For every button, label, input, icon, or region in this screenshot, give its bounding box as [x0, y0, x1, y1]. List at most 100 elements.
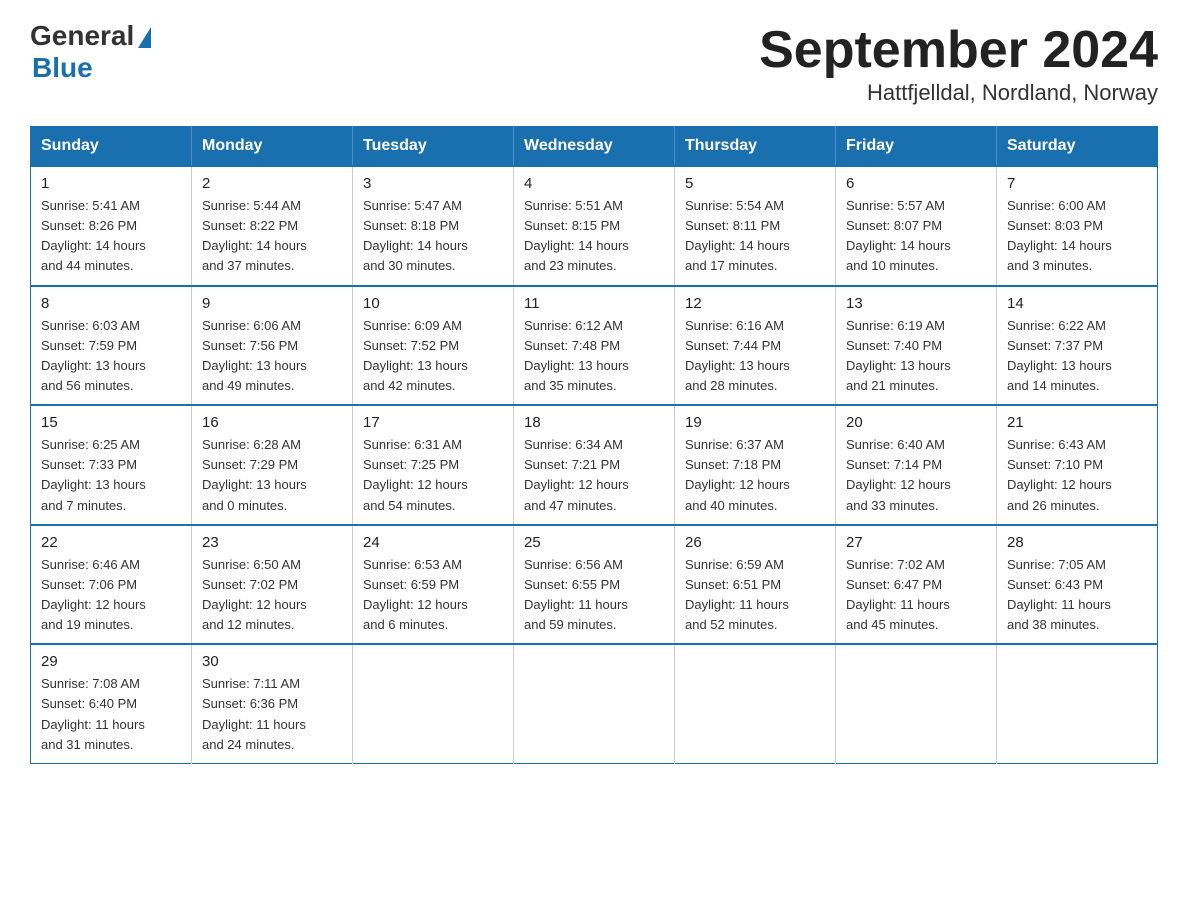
calendar-week-row: 15Sunrise: 6:25 AMSunset: 7:33 PMDayligh… — [31, 405, 1158, 525]
day-number: 7 — [1007, 175, 1147, 192]
calendar-day-cell: 29Sunrise: 7:08 AMSunset: 6:40 PMDayligh… — [31, 644, 192, 763]
day-number: 22 — [41, 534, 181, 551]
calendar-day-cell: 16 Sunrise: 6:28 AMSunset: 7:29 PMDayligh… — [192, 405, 353, 525]
calendar-day-cell — [514, 644, 675, 763]
day-number: 3 — [363, 175, 503, 192]
day-number: 25 — [524, 534, 664, 551]
day-number: 11 — [524, 295, 664, 312]
day-number: 12 — [685, 295, 825, 312]
calendar-day-cell: 12 Sunrise: 6:16 AMSunset: 7:44 PMDayligh… — [675, 286, 836, 406]
page-title: September 2024 — [759, 20, 1158, 80]
day-of-week-header: Friday — [836, 127, 997, 167]
calendar-day-cell: 7 Sunrise: 6:00 AMSunset: 8:03 PMDaylight… — [997, 166, 1158, 286]
calendar-day-cell: 9Sunrise: 6:06 AMSunset: 7:56 PMDaylight… — [192, 286, 353, 406]
calendar-day-cell: 30 Sunrise: 7:11 AMSunset: 6:36 PMDayligh… — [192, 644, 353, 763]
day-info: Sunrise: 6:25 AMSunset: 7:33 PMDaylight:… — [41, 435, 181, 516]
calendar-day-cell: 20 Sunrise: 6:40 AMSunset: 7:14 PMDayligh… — [836, 405, 997, 525]
day-info: Sunrise: 6:09 AMSunset: 7:52 PMDaylight:… — [363, 316, 503, 397]
calendar-day-cell: 26Sunrise: 6:59 AMSunset: 6:51 PMDayligh… — [675, 525, 836, 645]
day-number: 8 — [41, 295, 181, 312]
logo-general: General — [30, 20, 134, 52]
calendar-table: SundayMondayTuesdayWednesdayThursdayFrid… — [30, 126, 1158, 764]
calendar-day-cell: 17Sunrise: 6:31 AMSunset: 7:25 PMDayligh… — [353, 405, 514, 525]
day-of-week-header: Tuesday — [353, 127, 514, 167]
day-info: Sunrise: 6:19 AMSunset: 7:40 PMDaylight:… — [846, 316, 986, 397]
calendar-day-cell: 27Sunrise: 7:02 AMSunset: 6:47 PMDayligh… — [836, 525, 997, 645]
calendar-day-cell: 8 Sunrise: 6:03 AMSunset: 7:59 PMDaylight… — [31, 286, 192, 406]
calendar-day-cell: 13 Sunrise: 6:19 AMSunset: 7:40 PMDayligh… — [836, 286, 997, 406]
day-info: Sunrise: 6:22 AMSunset: 7:37 PMDaylight:… — [1007, 316, 1147, 397]
day-number: 23 — [202, 534, 342, 551]
calendar-day-cell: 21 Sunrise: 6:43 AMSunset: 7:10 PMDayligh… — [997, 405, 1158, 525]
calendar-day-cell: 2 Sunrise: 5:44 AMSunset: 8:22 PMDaylight… — [192, 166, 353, 286]
day-number: 28 — [1007, 534, 1147, 551]
calendar-week-row: 22 Sunrise: 6:46 AMSunset: 7:06 PMDayligh… — [31, 525, 1158, 645]
day-info: Sunrise: 6:28 AMSunset: 7:29 PMDaylight:… — [202, 435, 342, 516]
day-number: 18 — [524, 414, 664, 431]
day-info: Sunrise: 6:34 AMSunset: 7:21 PMDaylight:… — [524, 435, 664, 516]
day-of-week-header: Saturday — [997, 127, 1158, 167]
day-info: Sunrise: 6:00 AMSunset: 8:03 PMDaylight:… — [1007, 196, 1147, 277]
day-info: Sunrise: 6:12 AMSunset: 7:48 PMDaylight:… — [524, 316, 664, 397]
calendar-week-row: 29Sunrise: 7:08 AMSunset: 6:40 PMDayligh… — [31, 644, 1158, 763]
title-block: September 2024 Hattfjelldal, Nordland, N… — [759, 20, 1158, 106]
calendar-day-cell: 23 Sunrise: 6:50 AMSunset: 7:02 PMDayligh… — [192, 525, 353, 645]
calendar-day-cell: 18 Sunrise: 6:34 AMSunset: 7:21 PMDayligh… — [514, 405, 675, 525]
day-info: Sunrise: 5:51 AMSunset: 8:15 PMDaylight:… — [524, 196, 664, 277]
day-number: 20 — [846, 414, 986, 431]
calendar-week-row: 1Sunrise: 5:41 AMSunset: 8:26 PMDaylight… — [31, 166, 1158, 286]
day-info: Sunrise: 6:03 AMSunset: 7:59 PMDaylight:… — [41, 316, 181, 397]
calendar-day-cell: 25 Sunrise: 6:56 AMSunset: 6:55 PMDayligh… — [514, 525, 675, 645]
day-number: 30 — [202, 653, 342, 670]
day-info: Sunrise: 7:05 AMSunset: 6:43 PMDaylight:… — [1007, 555, 1147, 636]
calendar-day-cell: 10 Sunrise: 6:09 AMSunset: 7:52 PMDayligh… — [353, 286, 514, 406]
calendar-day-cell: 15Sunrise: 6:25 AMSunset: 7:33 PMDayligh… — [31, 405, 192, 525]
day-info: Sunrise: 6:40 AMSunset: 7:14 PMDaylight:… — [846, 435, 986, 516]
day-info: Sunrise: 7:02 AMSunset: 6:47 PMDaylight:… — [846, 555, 986, 636]
calendar-day-cell — [675, 644, 836, 763]
day-info: Sunrise: 6:37 AMSunset: 7:18 PMDaylight:… — [685, 435, 825, 516]
day-of-week-header: Monday — [192, 127, 353, 167]
calendar-day-cell: 22 Sunrise: 6:46 AMSunset: 7:06 PMDayligh… — [31, 525, 192, 645]
calendar-day-cell: 4Sunrise: 5:51 AMSunset: 8:15 PMDaylight… — [514, 166, 675, 286]
day-number: 16 — [202, 414, 342, 431]
day-info: Sunrise: 7:11 AMSunset: 6:36 PMDaylight:… — [202, 674, 342, 755]
day-info: Sunrise: 6:56 AMSunset: 6:55 PMDaylight:… — [524, 555, 664, 636]
day-of-week-header: Thursday — [675, 127, 836, 167]
calendar-day-cell — [997, 644, 1158, 763]
calendar-day-cell — [836, 644, 997, 763]
day-info: Sunrise: 6:53 AMSunset: 6:59 PMDaylight:… — [363, 555, 503, 636]
day-number: 19 — [685, 414, 825, 431]
day-number: 17 — [363, 414, 503, 431]
page-header: General Blue September 2024 Hattfjelldal… — [30, 20, 1158, 106]
calendar-day-cell: 5Sunrise: 5:54 AMSunset: 8:11 PMDaylight… — [675, 166, 836, 286]
day-number: 1 — [41, 175, 181, 192]
day-number: 26 — [685, 534, 825, 551]
calendar-day-cell: 28 Sunrise: 7:05 AMSunset: 6:43 PMDayligh… — [997, 525, 1158, 645]
logo: General Blue — [30, 20, 151, 84]
day-number: 2 — [202, 175, 342, 192]
day-number: 10 — [363, 295, 503, 312]
day-number: 13 — [846, 295, 986, 312]
calendar-day-cell: 14Sunrise: 6:22 AMSunset: 7:37 PMDayligh… — [997, 286, 1158, 406]
calendar-week-row: 8 Sunrise: 6:03 AMSunset: 7:59 PMDaylight… — [31, 286, 1158, 406]
calendar-day-cell: 3 Sunrise: 5:47 AMSunset: 8:18 PMDaylight… — [353, 166, 514, 286]
day-info: Sunrise: 5:57 AMSunset: 8:07 PMDaylight:… — [846, 196, 986, 277]
day-info: Sunrise: 5:54 AMSunset: 8:11 PMDaylight:… — [685, 196, 825, 277]
day-info: Sunrise: 5:47 AMSunset: 8:18 PMDaylight:… — [363, 196, 503, 277]
calendar-day-cell: 24Sunrise: 6:53 AMSunset: 6:59 PMDayligh… — [353, 525, 514, 645]
day-number: 29 — [41, 653, 181, 670]
day-number: 9 — [202, 295, 342, 312]
calendar-day-cell: 11 Sunrise: 6:12 AMSunset: 7:48 PMDayligh… — [514, 286, 675, 406]
calendar-day-cell — [353, 644, 514, 763]
day-number: 21 — [1007, 414, 1147, 431]
day-of-week-header: Wednesday — [514, 127, 675, 167]
day-info: Sunrise: 5:44 AMSunset: 8:22 PMDaylight:… — [202, 196, 342, 277]
day-info: Sunrise: 6:16 AMSunset: 7:44 PMDaylight:… — [685, 316, 825, 397]
calendar-header-row: SundayMondayTuesdayWednesdayThursdayFrid… — [31, 127, 1158, 167]
page-subtitle: Hattfjelldal, Nordland, Norway — [759, 80, 1158, 106]
calendar-day-cell: 19 Sunrise: 6:37 AMSunset: 7:18 PMDayligh… — [675, 405, 836, 525]
day-info: Sunrise: 6:46 AMSunset: 7:06 PMDaylight:… — [41, 555, 181, 636]
day-info: Sunrise: 6:43 AMSunset: 7:10 PMDaylight:… — [1007, 435, 1147, 516]
day-info: Sunrise: 6:50 AMSunset: 7:02 PMDaylight:… — [202, 555, 342, 636]
